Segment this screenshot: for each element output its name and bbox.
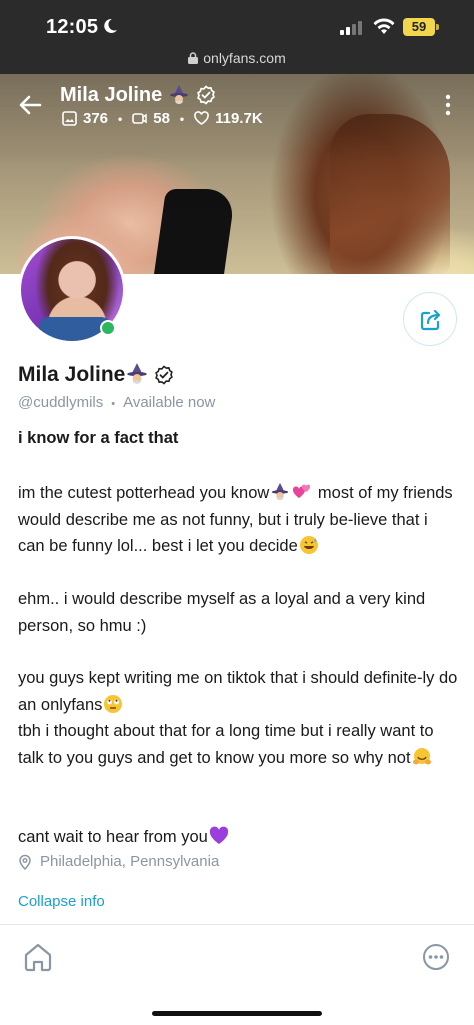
more-horizontal-icon[interactable] bbox=[422, 943, 450, 971]
share-icon bbox=[420, 309, 441, 331]
back-arrow-icon[interactable] bbox=[18, 94, 42, 116]
bio-paragraph: im the cutest potterhead you know most o… bbox=[18, 480, 458, 560]
stats-separator: • bbox=[118, 111, 123, 126]
availability-status: Available now bbox=[123, 394, 216, 411]
bottom-nav-bar bbox=[0, 924, 474, 1025]
bio-text: tbh i thought about that for a long time… bbox=[18, 722, 434, 767]
purple-heart-emoji-icon bbox=[209, 826, 229, 844]
bio-paragraph: ehm.. i would describe myself as a loyal… bbox=[18, 590, 426, 635]
bio-text: cant wait to hear from you bbox=[18, 828, 208, 846]
wizard-emoji-icon bbox=[272, 482, 289, 501]
more-vertical-icon[interactable] bbox=[444, 94, 452, 116]
wifi-icon bbox=[373, 18, 395, 34]
battery-tip bbox=[436, 24, 439, 30]
lock-icon bbox=[188, 52, 199, 64]
hearts-emoji-icon bbox=[293, 484, 311, 498]
home-icon[interactable] bbox=[22, 941, 54, 973]
online-status-dot bbox=[100, 320, 116, 336]
profile-name: Mila Joline bbox=[18, 363, 126, 386]
videos-count: 58 bbox=[153, 110, 170, 127]
battery-indicator: 59 bbox=[403, 18, 435, 36]
location-text: Philadelphia, Pennsylvania bbox=[40, 853, 220, 870]
browser-url-bar[interactable]: onlyfans.com bbox=[0, 50, 474, 74]
bio-paragraph: you guys kept writing me on tiktok that … bbox=[18, 665, 458, 771]
verified-icon bbox=[155, 365, 173, 385]
wizard-emoji-icon bbox=[127, 363, 147, 384]
eye-roll-emoji-icon bbox=[104, 694, 123, 713]
bio-text: im the cutest potterhead you know bbox=[18, 484, 270, 502]
status-time: 12:05 bbox=[46, 16, 99, 38]
collapse-info-link[interactable]: Collapse info bbox=[18, 893, 105, 910]
hugging-emoji-icon bbox=[412, 747, 431, 764]
stats-separator: • bbox=[179, 111, 185, 126]
bio-text: you guys kept writing me on tiktok that … bbox=[18, 669, 458, 714]
header-stats: 376 • 58 • 119.7K bbox=[62, 110, 263, 127]
handle-separator: • bbox=[111, 398, 116, 410]
handle-row: @cuddlymils • Available now bbox=[18, 394, 215, 411]
verified-icon bbox=[197, 85, 215, 105]
bio-paragraph: cant wait to hear from you bbox=[18, 824, 458, 851]
home-indicator bbox=[152, 1011, 322, 1016]
url-text: onlyfans.com bbox=[203, 50, 286, 66]
video-icon bbox=[132, 113, 147, 124]
profile-handle: @cuddlymils bbox=[18, 394, 104, 411]
image-icon bbox=[62, 111, 77, 126]
location-row: Philadelphia, Pennsylvania bbox=[18, 853, 219, 870]
wizard-emoji-icon bbox=[170, 85, 188, 104]
heart-icon bbox=[194, 111, 209, 125]
sweat-smile-emoji-icon bbox=[299, 536, 318, 554]
header-name: Mila Joline bbox=[60, 84, 163, 106]
signal-icon bbox=[340, 21, 362, 35]
likes-count: 119.7K bbox=[215, 110, 263, 127]
moon-icon bbox=[104, 18, 117, 33]
photos-count: 376 bbox=[83, 110, 109, 127]
status-bar: 12:05 59 bbox=[0, 0, 474, 50]
share-button[interactable] bbox=[403, 292, 457, 346]
location-pin-icon bbox=[19, 854, 31, 870]
bio-headline: i know for a fact that bbox=[18, 429, 179, 447]
